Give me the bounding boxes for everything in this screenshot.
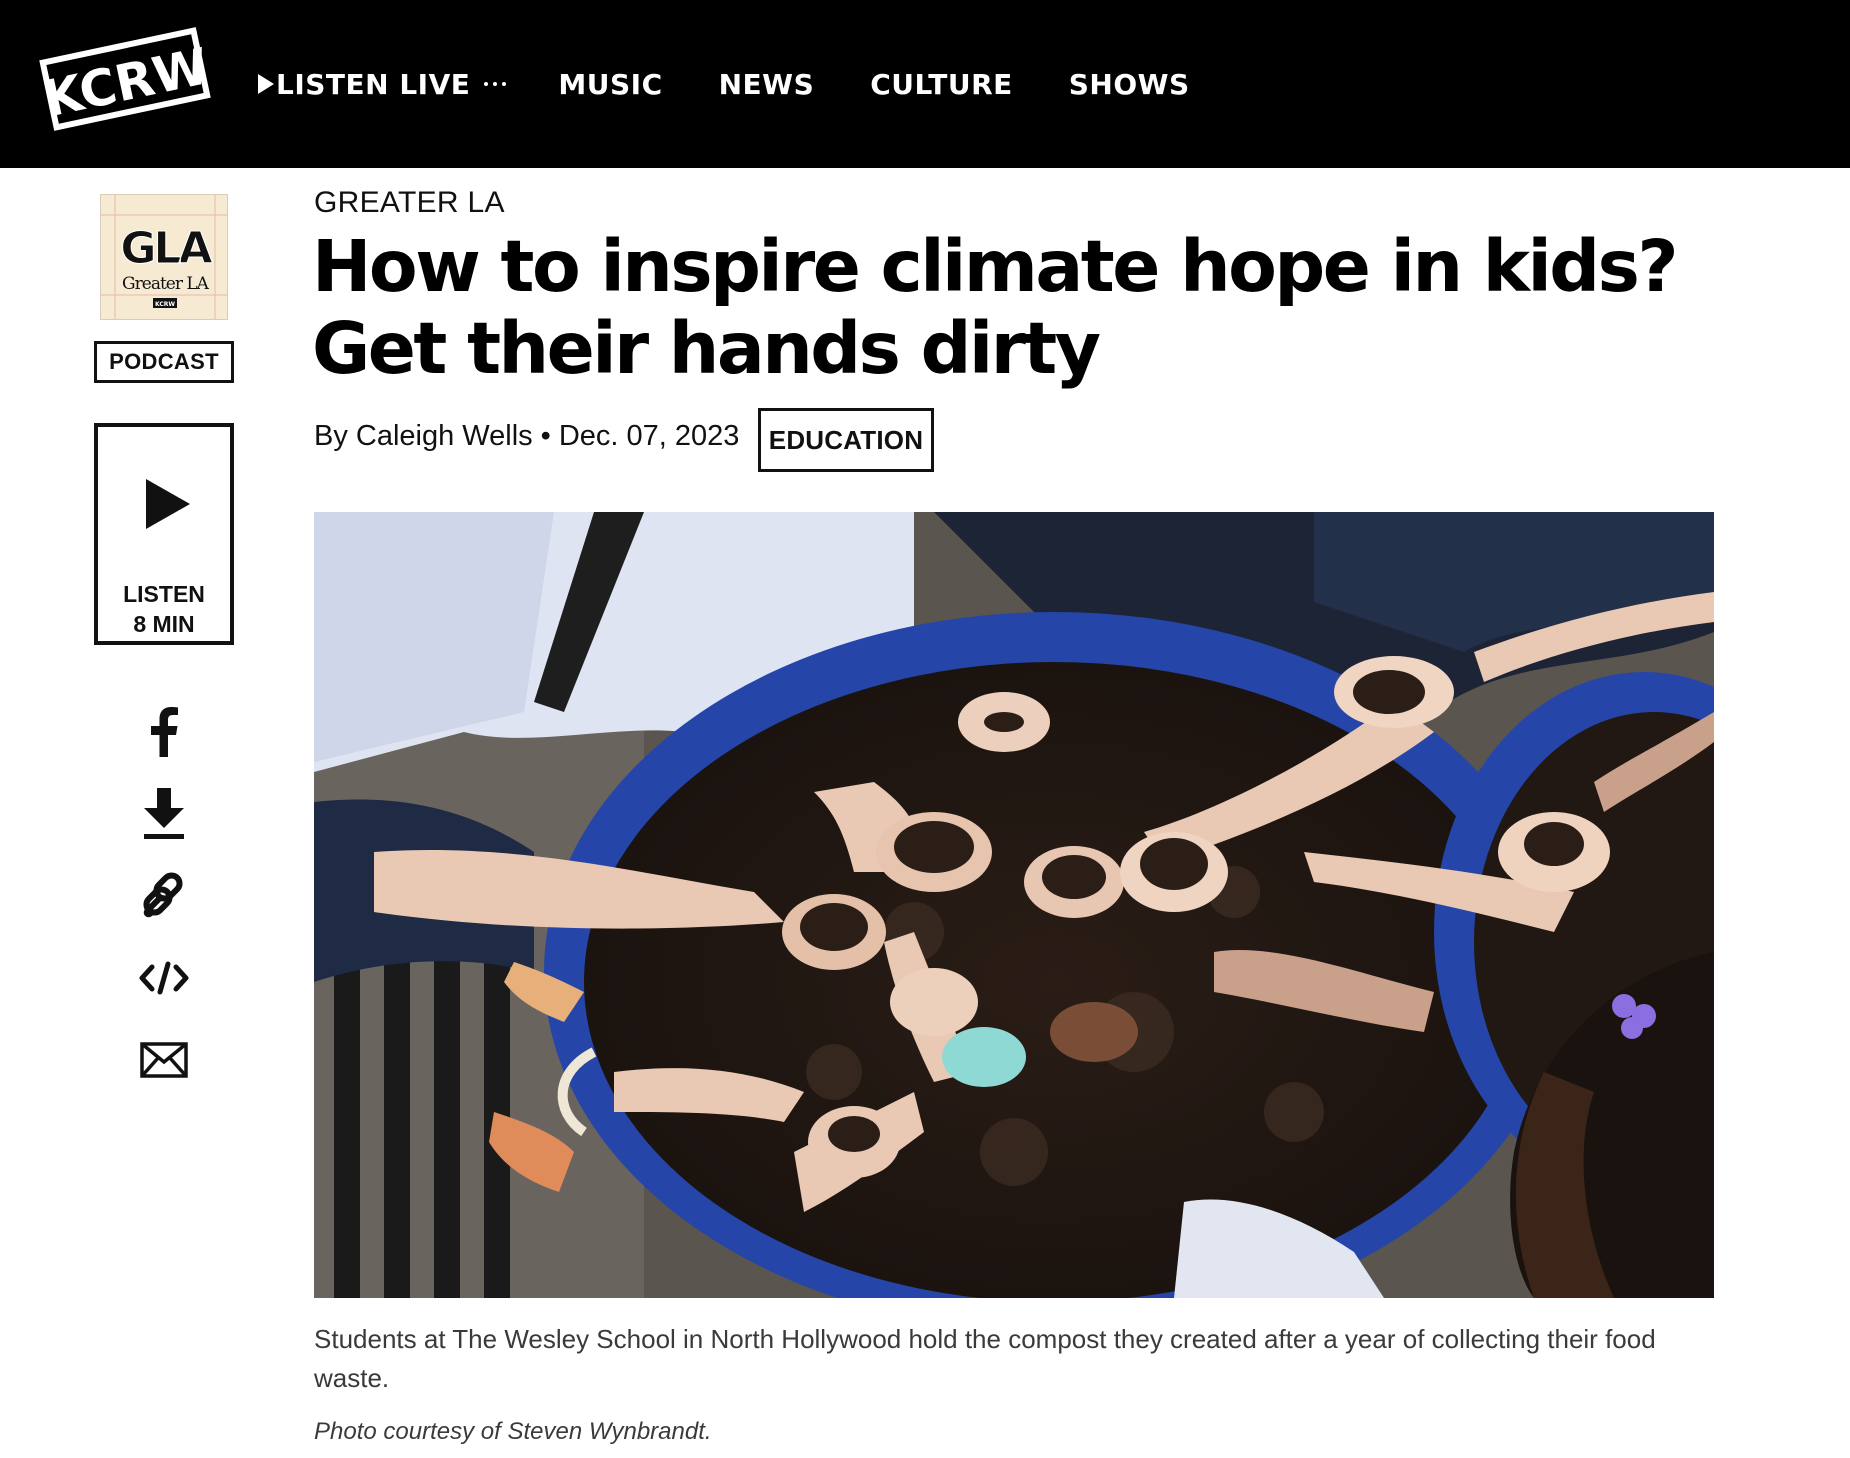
- nav-item-culture[interactable]: CULTURE: [870, 68, 1013, 101]
- listen-live-label: LISTEN LIVE: [276, 67, 471, 101]
- nav-item-music[interactable]: MUSIC: [558, 68, 662, 101]
- listen-label: LISTEN: [123, 581, 205, 607]
- photo-caption: Students at The Wesley School in North H…: [314, 1324, 1656, 1393]
- show-artwork[interactable]: GLA Greater LA KCRW: [100, 194, 228, 320]
- email-icon[interactable]: [136, 1032, 192, 1088]
- show-kicker[interactable]: GREATER LA: [314, 186, 505, 220]
- byline: By Caleigh Wells • Dec. 07, 2023: [314, 420, 739, 453]
- facebook-icon[interactable]: [136, 704, 192, 760]
- play-icon: [258, 74, 274, 94]
- link-icon[interactable]: [136, 866, 192, 922]
- publish-date: Dec. 07, 2023: [558, 420, 740, 452]
- main-nav: LISTEN LIVE MUSIC NEWS CULTURE SHOWS: [258, 62, 1190, 106]
- play-icon: [146, 479, 190, 529]
- byline-separator: •: [540, 420, 551, 452]
- listen-live-button[interactable]: LISTEN LIVE: [258, 67, 507, 101]
- top-navigation-bar: KCRW LISTEN LIVE MUSIC NEWS CULTURE SHOW…: [0, 0, 1850, 168]
- podcast-tag[interactable]: PODCAST: [94, 341, 234, 383]
- author[interactable]: By Caleigh Wells: [314, 420, 533, 452]
- svg-text:Greater LA: Greater LA: [122, 274, 210, 294]
- article-headline: How to inspire climate hope in kids? Get…: [312, 225, 1679, 390]
- hero-photo: [314, 512, 1714, 1298]
- svg-text:GLA: GLA: [120, 223, 212, 274]
- svg-text:KCRW: KCRW: [155, 301, 175, 308]
- category-tag[interactable]: EDUCATION: [758, 408, 934, 472]
- embed-icon[interactable]: [136, 950, 192, 1006]
- nav-item-news[interactable]: NEWS: [719, 68, 815, 101]
- download-icon[interactable]: [136, 786, 192, 842]
- photo-credit: Photo courtesy of Steven Wynbrandt.: [314, 1418, 712, 1445]
- kcrw-logo[interactable]: KCRW: [38, 18, 213, 140]
- nav-item-shows[interactable]: SHOWS: [1069, 68, 1190, 101]
- more-icon[interactable]: [484, 82, 507, 86]
- listen-button[interactable]: LISTEN 8 MIN: [94, 423, 234, 645]
- listen-duration: 8 MIN: [133, 611, 195, 637]
